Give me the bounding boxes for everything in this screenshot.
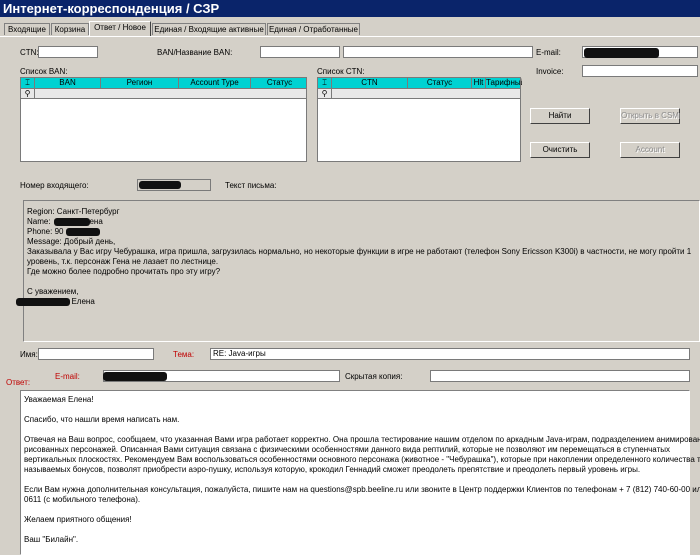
letter-line: Заказывала у Вас игру Чебурашка, игра пр… [27,247,692,256]
ctn-list-grid[interactable]: ⌶ CTN Статус Hlt Тарифный п ⚲ [317,77,522,162]
invoice-input[interactable] [582,65,698,77]
redaction-mark [103,372,167,381]
ban-list-label: Список BAN: [20,67,68,76]
hidden-copy-label: Скрытая копия: [345,372,403,381]
ctn-grid-header: ⌶ CTN Статус Hlt Тарифный п [318,78,522,88]
ctn-col-tariff[interactable]: Тарифный п [486,78,522,88]
letter-text-label: Текст письма: [225,181,277,190]
filter-search-icon[interactable]: ⚲ [21,89,35,99]
name-input[interactable] [38,348,154,360]
ban-col-region[interactable]: Регион [101,78,179,88]
letter-line: С уважением, [27,287,79,296]
reply-line: называемых бонусов, позволят приобрести … [24,465,641,474]
letter-line: Region: Санкт-Петербург [27,207,120,216]
answer-label: Ответ: [6,378,31,387]
reply-email-label: E-mail: [55,372,80,381]
redaction-mark [54,218,90,226]
find-button[interactable]: Найти [530,108,590,124]
invoice-label: Invoice: [536,67,564,76]
ban-grid-header: ⌶ BAN Регион Account Type Статус [21,78,306,88]
ctn-col-hlt[interactable]: Hlt [472,78,486,88]
filter-search-icon[interactable]: ⚲ [318,89,332,99]
ban-filter-row[interactable]: ⚲ [21,88,306,99]
column-chooser-icon[interactable]: ⌶ [21,78,35,88]
reply-line: Ваш "Билайн". [24,535,79,544]
letter-line: уровень, т.к. персонаж Гена не лазает по… [27,257,219,266]
redaction-mark [584,48,659,58]
reply-line: 0611 (с мобильного телефона). [24,495,141,504]
letter-text-area[interactable]: Region: Санкт-Петербург Name: Елена Phon… [16,200,700,342]
incoming-number-label: Номер входящего: [20,181,89,190]
reply-line: Если Вам нужна дополнительная консультац… [24,485,700,494]
tab-reply-new[interactable]: Ответ / Новое [89,21,151,36]
redaction-mark [139,181,181,189]
reply-line: вертикальных плоскостях. Рекомендуем Вам… [24,455,700,464]
ctn-filter-row[interactable]: ⚲ [318,88,520,99]
reply-line: Отвечая на Ваш вопрос, сообщаем, что ука… [24,435,700,444]
hidden-copy-input[interactable] [430,370,690,382]
letter-line: Phone: 90 [27,227,64,236]
reply-line: Спасибо, что нашли время написать нам. [24,415,180,424]
ban-name-input[interactable] [343,46,533,58]
column-chooser-icon[interactable]: ⌶ [318,78,332,88]
tab-inbox[interactable]: Входящие [4,23,50,35]
ban-input[interactable] [260,46,340,58]
ban-col-account-type[interactable]: Account Type [179,78,251,88]
reply-text-area[interactable]: Уважаемая Елена! Спасибо, что нашли врем… [20,390,700,555]
reply-line: Уважаемая Елена! [24,395,94,404]
reply-line: рисованных персонажей. Описанная Вами си… [24,445,670,454]
reply-line: Желаем приятного общения! [24,515,132,524]
ban-col-ban[interactable]: BAN [35,78,101,88]
subject-label: Тема: [173,350,195,359]
email-search-label: E-mail: [536,48,561,57]
redaction-mark [66,228,100,236]
tab-trash[interactable]: Корзина [51,23,89,35]
account-button[interactable]: Account [620,142,680,158]
tab-unified-processed[interactable]: Единая / Отработанные [267,23,360,35]
tab-unified-inbox-active[interactable]: Единая / Входящие активные [152,23,266,35]
tab-bar: Входящие Корзина Ответ / Новое Единая / … [0,21,700,37]
name-label: Имя: [20,350,38,359]
subject-input[interactable]: RE: Java-игры [210,348,690,360]
ctn-col-status[interactable]: Статус [408,78,472,88]
ban-col-status[interactable]: Статус [251,78,308,88]
letter-line: Message: Добрый день, [27,237,116,246]
ctn-label: CTN: [20,48,39,57]
redaction-mark [16,298,70,306]
ctn-col-ctn[interactable]: CTN [332,78,408,88]
ban-list-grid[interactable]: ⌶ BAN Регион Account Type Статус ⚲ [20,77,307,162]
letter-line: Где можно более подробно прочитать про э… [27,267,221,276]
ban-label: BAN/Название BAN: [157,48,233,57]
window-title: Интернет-корреспонденция / СЗР [0,0,700,17]
clear-button[interactable]: Очистить [530,142,590,158]
open-csm-button[interactable]: Открыть в CSM [620,108,680,124]
ctn-list-label: Список CTN: [317,67,365,76]
ctn-input[interactable] [38,46,98,58]
